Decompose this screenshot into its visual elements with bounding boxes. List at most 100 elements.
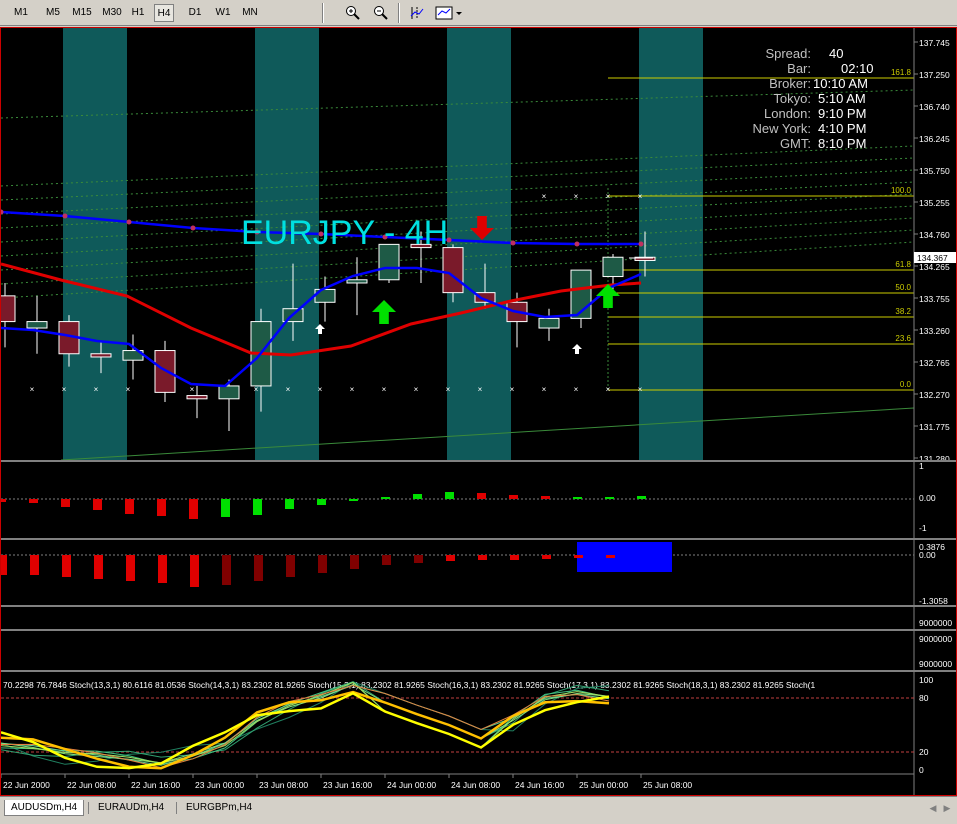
chart-template-icon[interactable] (434, 3, 464, 23)
histogram-bar (286, 555, 295, 577)
chart-window[interactable]: 161.8 100.0 61.8 50.0 38.2 23.6 0.0 × × × × × × × × × × ×… (0, 27, 957, 796)
candle (218, 379, 240, 431)
cross-marker: × (446, 385, 451, 394)
period-separator-icon[interactable] (406, 3, 428, 23)
histogram-bar (606, 555, 615, 558)
timeframe-mn-button[interactable]: MN (238, 4, 262, 22)
histogram-bar (0, 499, 6, 502)
time-axis-label: 25 Jun 00:00 (579, 780, 628, 790)
zoom-out-icon[interactable] (370, 3, 392, 23)
ma-dot (510, 240, 516, 246)
histogram-bar (285, 499, 294, 509)
cross-marker: × (350, 385, 355, 394)
timeframe-toolbar: M1 M5 M15 M30 H1 H4 D1 W1 MN (0, 0, 957, 26)
indicator3-axis-label: 9000000 (919, 618, 952, 628)
histogram-bar (221, 499, 230, 517)
indicator1-axis-label: 0.00 (919, 493, 936, 503)
histogram-bar (317, 499, 326, 505)
histogram-bar (381, 497, 390, 499)
time-axis-label: 25 Jun 08:00 (643, 780, 692, 790)
histogram-bar (350, 555, 359, 569)
timeframe-w1-button[interactable]: W1 (212, 4, 234, 22)
info-label: Bar: (787, 61, 811, 76)
tab-separator (88, 802, 89, 814)
histogram-bar (253, 499, 262, 515)
histogram-bar (541, 496, 550, 499)
indicator4-axis-label: 9000000 (919, 634, 952, 644)
info-value: 5:10 AM (818, 91, 866, 106)
cross-marker: × (574, 385, 579, 394)
price-axis-label: 134.760 (919, 230, 950, 240)
stoch-axis-label: 0 (919, 765, 924, 775)
price-axis-label: 131.775 (919, 422, 950, 432)
histogram-bar (254, 555, 263, 581)
fibo-level-label: 161.8 (891, 68, 912, 77)
info-value: 40 (829, 46, 843, 61)
time-axis-label: 24 Jun 16:00 (515, 780, 564, 790)
candle (0, 282, 16, 348)
price-axis-label: 132.270 (919, 390, 950, 400)
cross-marker: × (126, 385, 131, 394)
histogram-bar (349, 499, 358, 501)
time-axis-label: 23 Jun 16:00 (323, 780, 372, 790)
info-label: Broker: (769, 76, 811, 91)
histogram-bar (62, 555, 71, 577)
info-value: 10:10 AM (813, 76, 868, 91)
chart-tab[interactable]: AUDUSDm,H4 (4, 800, 85, 816)
timeframe-m15-button[interactable]: M15 (68, 4, 96, 22)
histogram-bar (446, 555, 455, 561)
buy-signal-icon (572, 344, 582, 354)
toolbar-separator (322, 3, 324, 23)
ma-dot (126, 219, 132, 225)
cross-marker: × (318, 385, 323, 394)
time-axis-label: 24 Jun 00:00 (387, 780, 436, 790)
cross-marker: × (478, 385, 483, 394)
histogram-bar (222, 555, 231, 585)
histogram-bar (93, 499, 102, 510)
histogram-bar (573, 497, 582, 499)
cross-marker: × (510, 385, 515, 394)
histogram-bar (61, 499, 70, 507)
fibo-level-label: 38.2 (895, 307, 911, 316)
histogram-bar (605, 497, 614, 499)
info-label: Spread: (765, 46, 811, 61)
timeframe-h1-button[interactable]: H1 (128, 4, 148, 22)
scroll-right-icon[interactable]: ▶ (941, 802, 953, 814)
cross-marker: × (30, 385, 35, 394)
chart-tab[interactable]: EURGBPm,H4 (180, 800, 258, 816)
stoch-legend: 70.2298 76.7846 Stoch(13,3,1) 80.6116 81… (3, 680, 815, 690)
histogram-bar (158, 555, 167, 583)
timeframe-h4-button[interactable]: H4 (154, 4, 174, 22)
histogram-bar (509, 495, 518, 499)
candle (346, 257, 368, 316)
zoom-in-icon[interactable] (342, 3, 364, 23)
ma-dot (190, 225, 196, 231)
timeframe-m30-button[interactable]: M30 (98, 4, 126, 22)
histogram-bar (478, 555, 487, 560)
price-axis-label: 132.765 (919, 358, 950, 368)
ma-dot (62, 213, 68, 219)
time-axis-label: 23 Jun 00:00 (195, 780, 244, 790)
histogram-bar (125, 499, 134, 514)
indicator4-axis-label: 9000000 (919, 659, 952, 669)
timeframe-m5-button[interactable]: M5 (40, 4, 66, 22)
timeframe-m1-button[interactable]: M1 (8, 4, 34, 22)
cross-marker: × (94, 385, 99, 394)
cross-marker: × (382, 385, 387, 394)
candle (538, 308, 560, 341)
histogram-bar (157, 499, 166, 516)
cross-marker: × (190, 385, 195, 394)
info-value: 8:10 PM (818, 136, 866, 151)
indicator1-axis-label: -1 (919, 523, 927, 533)
chart-tab[interactable]: EURAUDm,H4 (92, 800, 170, 816)
info-label: Tokyo: (773, 91, 811, 106)
histogram-bar (382, 555, 391, 565)
current-price-label: 134.367 (917, 253, 948, 263)
indicator2-axis-label: -1.3058 (919, 596, 948, 606)
timeframe-d1-button[interactable]: D1 (184, 4, 206, 22)
histogram-bar (189, 499, 198, 519)
histogram-bar (94, 555, 103, 579)
tab-separator (176, 802, 177, 814)
scroll-left-icon[interactable]: ◀ (927, 802, 939, 814)
chart-canvas[interactable]: 161.8 100.0 61.8 50.0 38.2 23.6 0.0 × × × × × × × × × × ×… (0, 28, 956, 795)
